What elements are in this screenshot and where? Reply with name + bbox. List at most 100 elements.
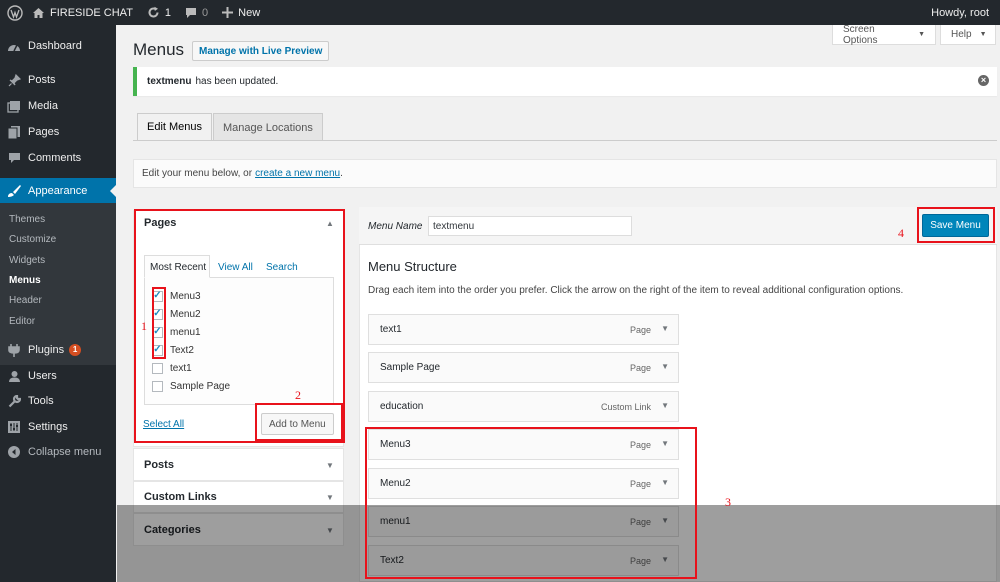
notice-menu-name: textmenu — [147, 76, 192, 87]
submenu-item-customize[interactable]: Customize — [9, 234, 56, 245]
menu-item-title: education — [380, 401, 424, 412]
updated-notice: textmenu has been updated. × — [133, 67, 997, 96]
help-button[interactable]: Help ▼ — [940, 25, 996, 45]
page-label: Menu3 — [170, 290, 201, 302]
page-title: Menus — [133, 40, 185, 59]
annotation-number-4: 4 — [898, 226, 904, 240]
expand-arrow-icon[interactable]: ▼ — [661, 324, 669, 333]
new-content-link[interactable]: New — [215, 0, 267, 25]
add-to-menu-button[interactable]: Add to Menu — [261, 413, 334, 435]
checkbox-checked[interactable]: ✓ — [152, 326, 163, 338]
tab-view-all[interactable]: View All — [218, 262, 253, 273]
wrench-icon — [0, 394, 28, 408]
sidebar-item-settings[interactable]: Settings — [0, 414, 116, 440]
submenu-item-widgets[interactable]: Widgets — [9, 255, 45, 266]
checkbox-checked[interactable]: ✓ — [152, 290, 163, 302]
checkbox-unchecked[interactable] — [152, 362, 163, 374]
annotation-number-2: 2 — [295, 388, 301, 402]
manage-text-end: . — [340, 168, 343, 179]
brush-icon — [0, 184, 28, 198]
home-icon — [32, 7, 45, 19]
sidebar-item-tools[interactable]: Tools — [0, 388, 116, 414]
expand-arrow-icon[interactable]: ▼ — [661, 439, 669, 448]
collapse-menu-button[interactable]: Collapse menu — [0, 439, 116, 465]
select-all-link[interactable]: Select All — [143, 419, 184, 430]
page-checkbox-row[interactable]: Sample Page — [152, 379, 230, 393]
sidebar-item-label: Plugins — [28, 344, 65, 356]
pages-section-title[interactable]: Pages — [144, 217, 176, 229]
comments-link[interactable]: 0 — [178, 0, 215, 25]
screen-options-button[interactable]: Screen Options ▼ — [832, 24, 936, 46]
tab-manage-locations[interactable]: Manage Locations — [213, 113, 323, 141]
sidebar-item-media[interactable]: Media — [0, 93, 116, 119]
sidebar-item-label: Tools — [28, 395, 54, 407]
sidebar-item-pages[interactable]: Pages — [0, 119, 116, 145]
pin-icon — [0, 73, 28, 87]
menu-item-row[interactable]: Sample Page Page ▼ — [368, 352, 679, 383]
comment-icon — [0, 152, 28, 164]
checkbox-checked[interactable]: ✓ — [152, 344, 163, 356]
admin-toolbar: FIRESIDE CHAT 1 0 New Howdy, root — [0, 0, 1000, 25]
menu-item-row[interactable]: text1 Page ▼ — [368, 314, 679, 345]
page-checkbox-row[interactable]: ✓ Menu2 — [152, 307, 201, 321]
sidebar-item-appearance[interactable]: Appearance — [0, 178, 116, 204]
checkbox-unchecked[interactable] — [152, 380, 163, 392]
menu-item-type: Page — [629, 479, 651, 489]
updates-link[interactable]: 1 — [140, 0, 178, 25]
annotation-number-3: 3 — [725, 495, 731, 509]
tab-search[interactable]: Search — [266, 262, 298, 273]
dismiss-icon[interactable]: × — [978, 75, 989, 86]
submenu-item-header[interactable]: Header — [9, 295, 42, 306]
wordpress-logo-icon[interactable] — [2, 0, 28, 25]
account-menu[interactable]: Howdy, root — [924, 0, 996, 25]
sidebar-item-comments[interactable]: Comments — [0, 145, 116, 171]
page-label: text1 — [170, 362, 192, 374]
menu-name-field[interactable] — [428, 216, 632, 236]
sidebar-item-plugins[interactable]: Plugins 1 — [0, 337, 116, 363]
comments-count: 0 — [202, 6, 209, 19]
users-icon — [0, 370, 28, 383]
checkbox-checked[interactable]: ✓ — [152, 308, 163, 320]
submenu-item-menus[interactable]: Menus — [9, 275, 41, 286]
tab-most-recent[interactable]: Most Recent — [150, 262, 206, 273]
menu-item-type: Page — [629, 440, 651, 450]
menu-item-row[interactable]: Menu2 Page ▼ — [368, 468, 679, 499]
sidebar-item-label: Settings — [28, 421, 68, 433]
site-name-label: FIRESIDE CHAT — [50, 6, 133, 19]
sidebar-item-label: Collapse menu — [28, 446, 102, 458]
expand-arrow-icon[interactable]: ▼ — [661, 478, 669, 487]
refresh-icon — [147, 6, 160, 19]
page-checkbox-row[interactable]: ✓ menu1 — [152, 325, 201, 339]
submenu-item-themes[interactable]: Themes — [9, 214, 45, 225]
help-label: Help — [951, 29, 972, 40]
page-label: Text2 — [170, 344, 194, 356]
tab-edit-menus[interactable]: Edit Menus — [137, 113, 213, 141]
menu-item-row[interactable]: Menu3 Page ▼ — [368, 429, 679, 460]
expand-arrow-icon[interactable]: ▼ — [661, 401, 669, 410]
tab-divider — [133, 140, 997, 141]
manage-live-preview-button[interactable]: Manage with Live Preview — [192, 41, 330, 61]
submenu-item-editor[interactable]: Editor — [9, 316, 35, 327]
posts-section-title[interactable]: Posts — [144, 459, 174, 471]
sidebar-item-posts[interactable]: Posts — [0, 67, 116, 93]
current-menu-arrow — [110, 185, 116, 197]
create-new-menu-link[interactable]: create a new menu — [255, 168, 340, 179]
sidebar-item-users[interactable]: Users — [0, 363, 116, 389]
pages-icon — [0, 125, 28, 139]
expand-arrow-icon[interactable]: ▼ — [661, 362, 669, 371]
sidebar-item-label: Posts — [28, 74, 56, 86]
menu-structure-title: Menu Structure — [368, 259, 457, 274]
manage-menus-bar: Edit your menu below, or create a new me… — [133, 159, 997, 188]
menu-item-row[interactable]: education Custom Link ▼ — [368, 391, 679, 422]
plugin-icon — [0, 343, 28, 357]
sidebar-item-label: Users — [28, 370, 57, 382]
page-checkbox-row[interactable]: ✓ Text2 — [152, 343, 194, 357]
page-checkbox-row[interactable]: text1 — [152, 361, 192, 375]
menu-item-type: Page — [629, 363, 651, 373]
sidebar-item-label: Appearance — [28, 185, 88, 197]
custom-links-section-title[interactable]: Custom Links — [144, 491, 217, 503]
sidebar-item-dashboard[interactable]: Dashboard — [0, 33, 116, 59]
site-name-link[interactable]: FIRESIDE CHAT — [28, 0, 140, 25]
save-menu-button[interactable]: Save Menu — [922, 214, 989, 237]
page-checkbox-row[interactable]: ✓ Menu3 — [152, 289, 201, 303]
